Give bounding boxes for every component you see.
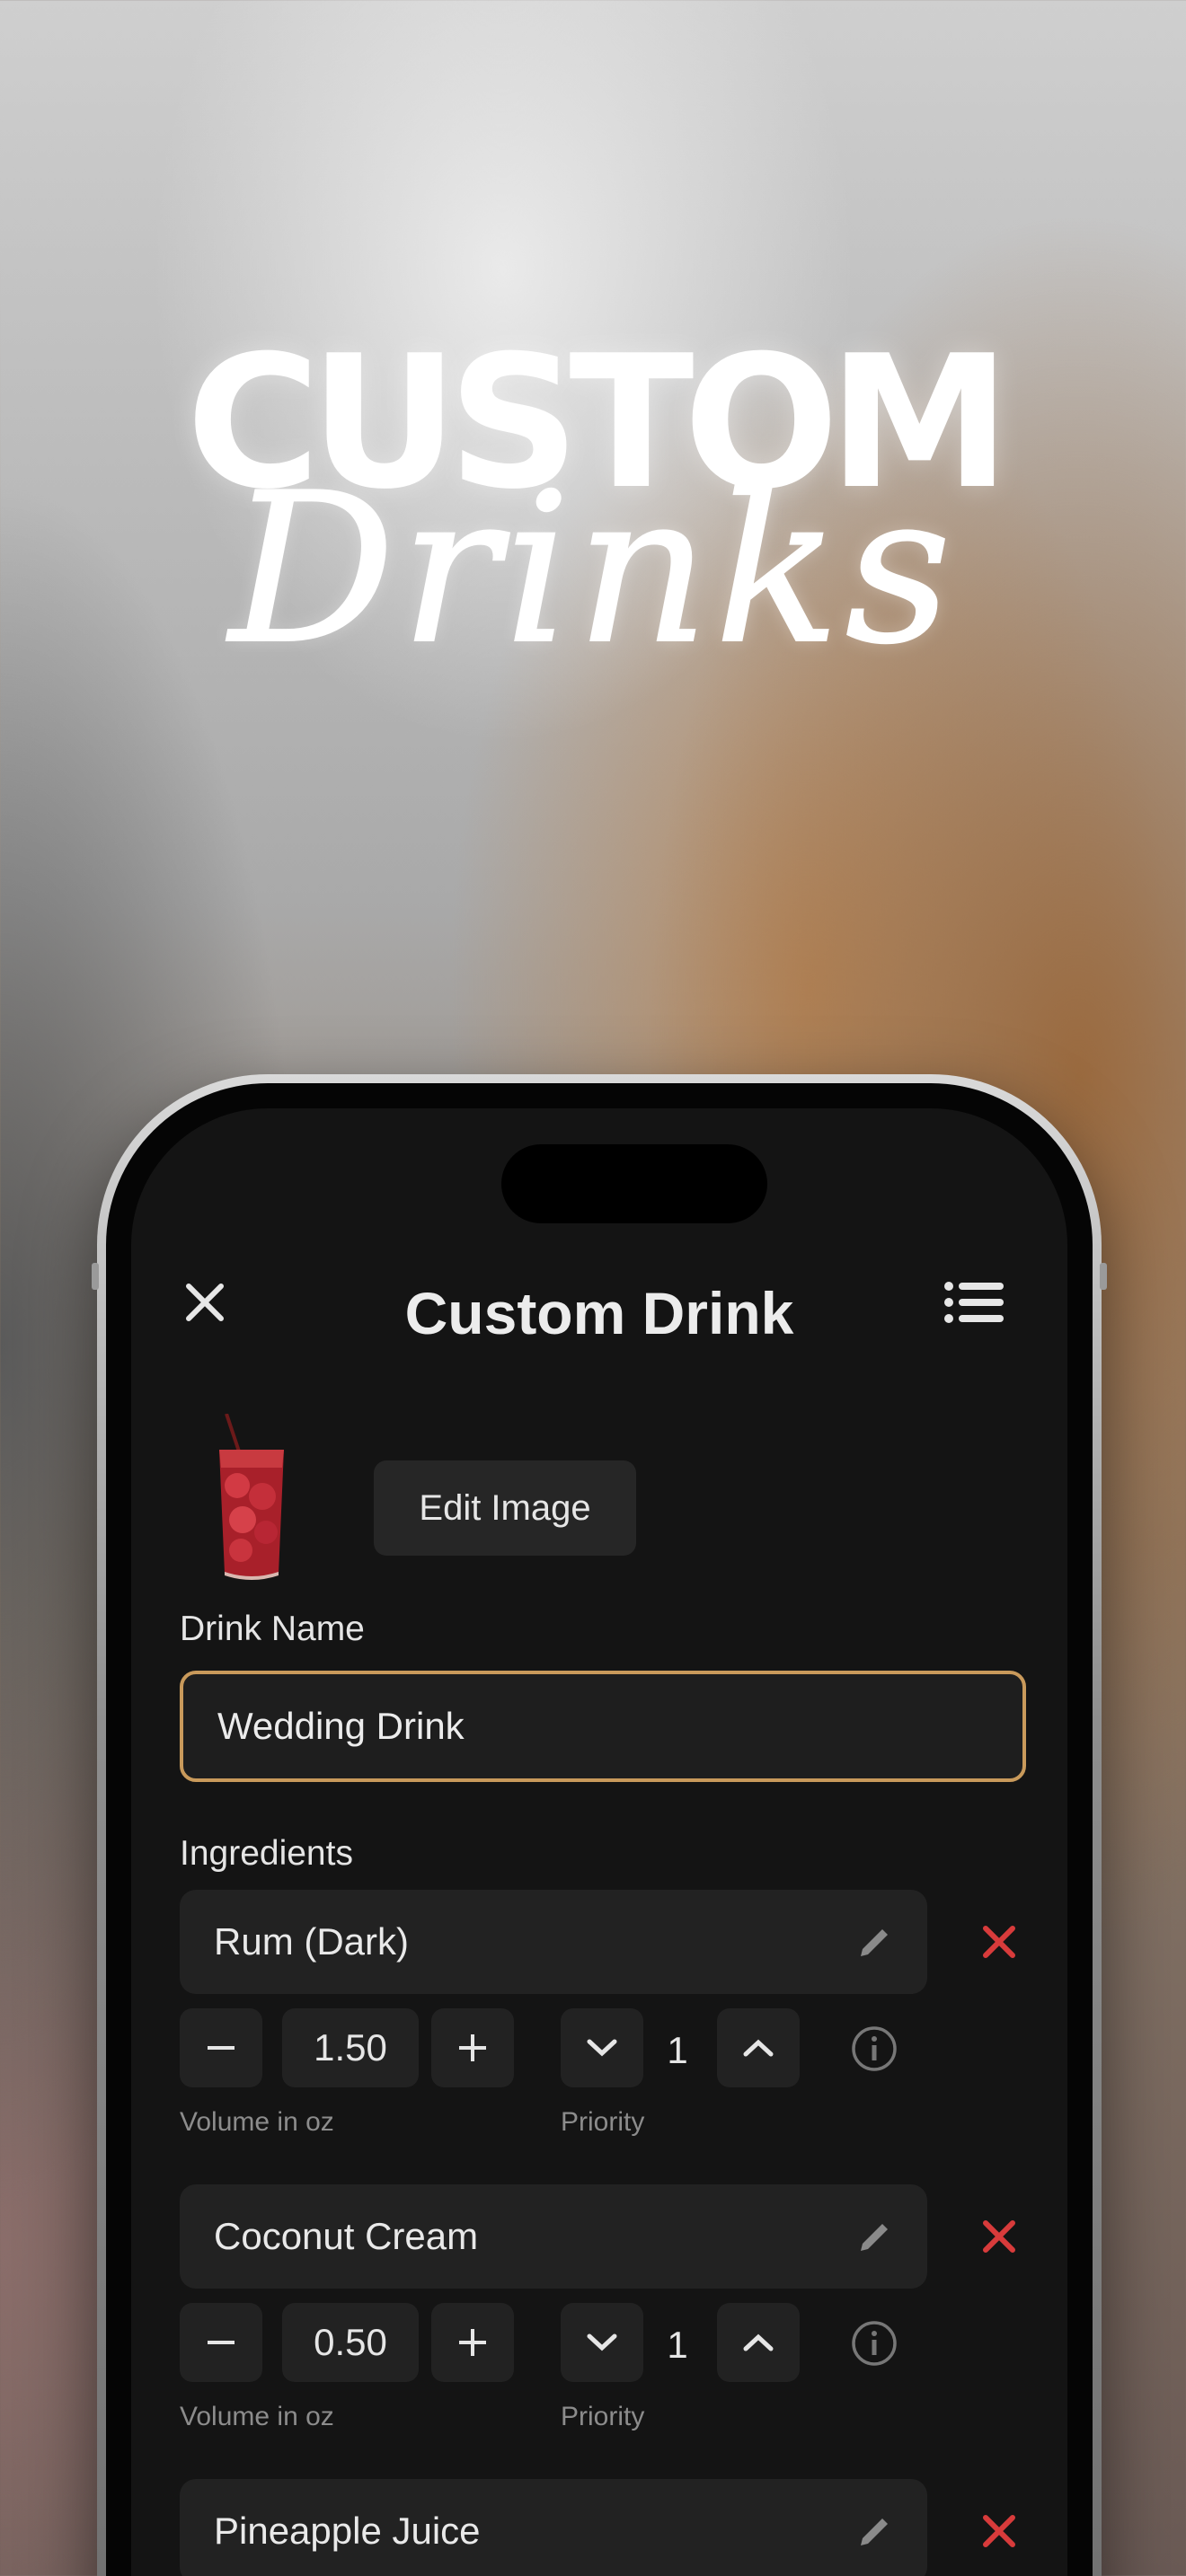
ingredient-name-field[interactable]: Rum (Dark) (180, 1890, 927, 1994)
remove-ingredient-button[interactable] (970, 2208, 1028, 2265)
pencil-icon[interactable] (855, 2217, 895, 2256)
chevron-up-icon (743, 2333, 774, 2351)
ingredients-list-button[interactable] (942, 1275, 1006, 1329)
plus-icon (459, 2034, 486, 2061)
phone-side-button (92, 1263, 99, 1290)
ingredient-name-field[interactable]: Pineapple Juice (180, 2479, 927, 2576)
remove-icon (983, 1926, 1015, 1958)
chevron-down-icon (587, 2333, 617, 2351)
volume-value: 1.50 (314, 2026, 387, 2069)
volume-field[interactable]: 0.50 (282, 2303, 419, 2382)
volume-field[interactable]: 1.50 (282, 2008, 419, 2087)
phone-side-button (1100, 1263, 1107, 1290)
drink-image (219, 1414, 284, 1580)
decrease-volume-button[interactable] (180, 2008, 262, 2087)
priority-label: Priority (561, 2402, 645, 2431)
hero-script-title: Drinks (228, 450, 957, 690)
minus-icon (208, 2046, 235, 2050)
ingredient-name: Rum (Dark) (214, 1920, 409, 1963)
dynamic-island (501, 1144, 767, 1223)
pencil-icon[interactable] (855, 1922, 895, 1962)
volume-label: Volume in oz (180, 2402, 334, 2431)
pencil-icon[interactable] (855, 2511, 895, 2551)
ingredient-name: Pineapple Juice (214, 2510, 481, 2552)
plus-icon (459, 2329, 486, 2356)
decrease-priority-button[interactable] (561, 2008, 643, 2087)
increase-volume-button[interactable] (431, 2008, 514, 2087)
remove-icon (983, 2515, 1015, 2547)
priority-value: 1 (667, 2029, 688, 2071)
increase-priority-button[interactable] (717, 2303, 800, 2382)
remove-icon (983, 2220, 1015, 2253)
edit-image-button[interactable]: Edit Image (374, 1460, 636, 1556)
minus-icon (208, 2341, 235, 2344)
volume-label: Volume in oz (180, 2107, 334, 2137)
decrease-priority-button[interactable] (561, 2303, 643, 2382)
info-icon[interactable] (850, 2025, 898, 2073)
page-title: Custom Drink (404, 1280, 794, 1346)
ingredients-label: Ingredients (180, 1834, 353, 1873)
phone-bezel: Custom Drink Edit Image Drink Name Weddi… (106, 1083, 1093, 2576)
ingredient-name: Coconut Cream (214, 2215, 479, 2257)
remove-ingredient-button[interactable] (970, 2502, 1028, 2560)
info-icon[interactable] (850, 2319, 898, 2368)
chevron-up-icon (743, 2039, 774, 2057)
drink-name-value: Wedding Drink (217, 1705, 465, 1747)
priority-label: Priority (561, 2107, 645, 2137)
drink-name-label: Drink Name (180, 1610, 365, 1648)
increase-priority-button[interactable] (717, 2008, 800, 2087)
drink-name-field[interactable]: Wedding Drink (180, 1671, 1026, 1782)
increase-volume-button[interactable] (431, 2303, 514, 2382)
app-screen: Custom Drink Edit Image Drink Name Weddi… (131, 1108, 1067, 2576)
decrease-volume-button[interactable] (180, 2303, 262, 2382)
ingredient-name-field[interactable]: Coconut Cream (180, 2184, 927, 2289)
volume-value: 0.50 (314, 2321, 387, 2363)
remove-ingredient-button[interactable] (970, 1913, 1028, 1971)
phone-mockup: Custom Drink Edit Image Drink Name Weddi… (92, 1074, 1107, 2576)
chevron-down-icon (587, 2039, 617, 2057)
list-icon (944, 1282, 1004, 1323)
priority-value: 1 (667, 2324, 688, 2366)
